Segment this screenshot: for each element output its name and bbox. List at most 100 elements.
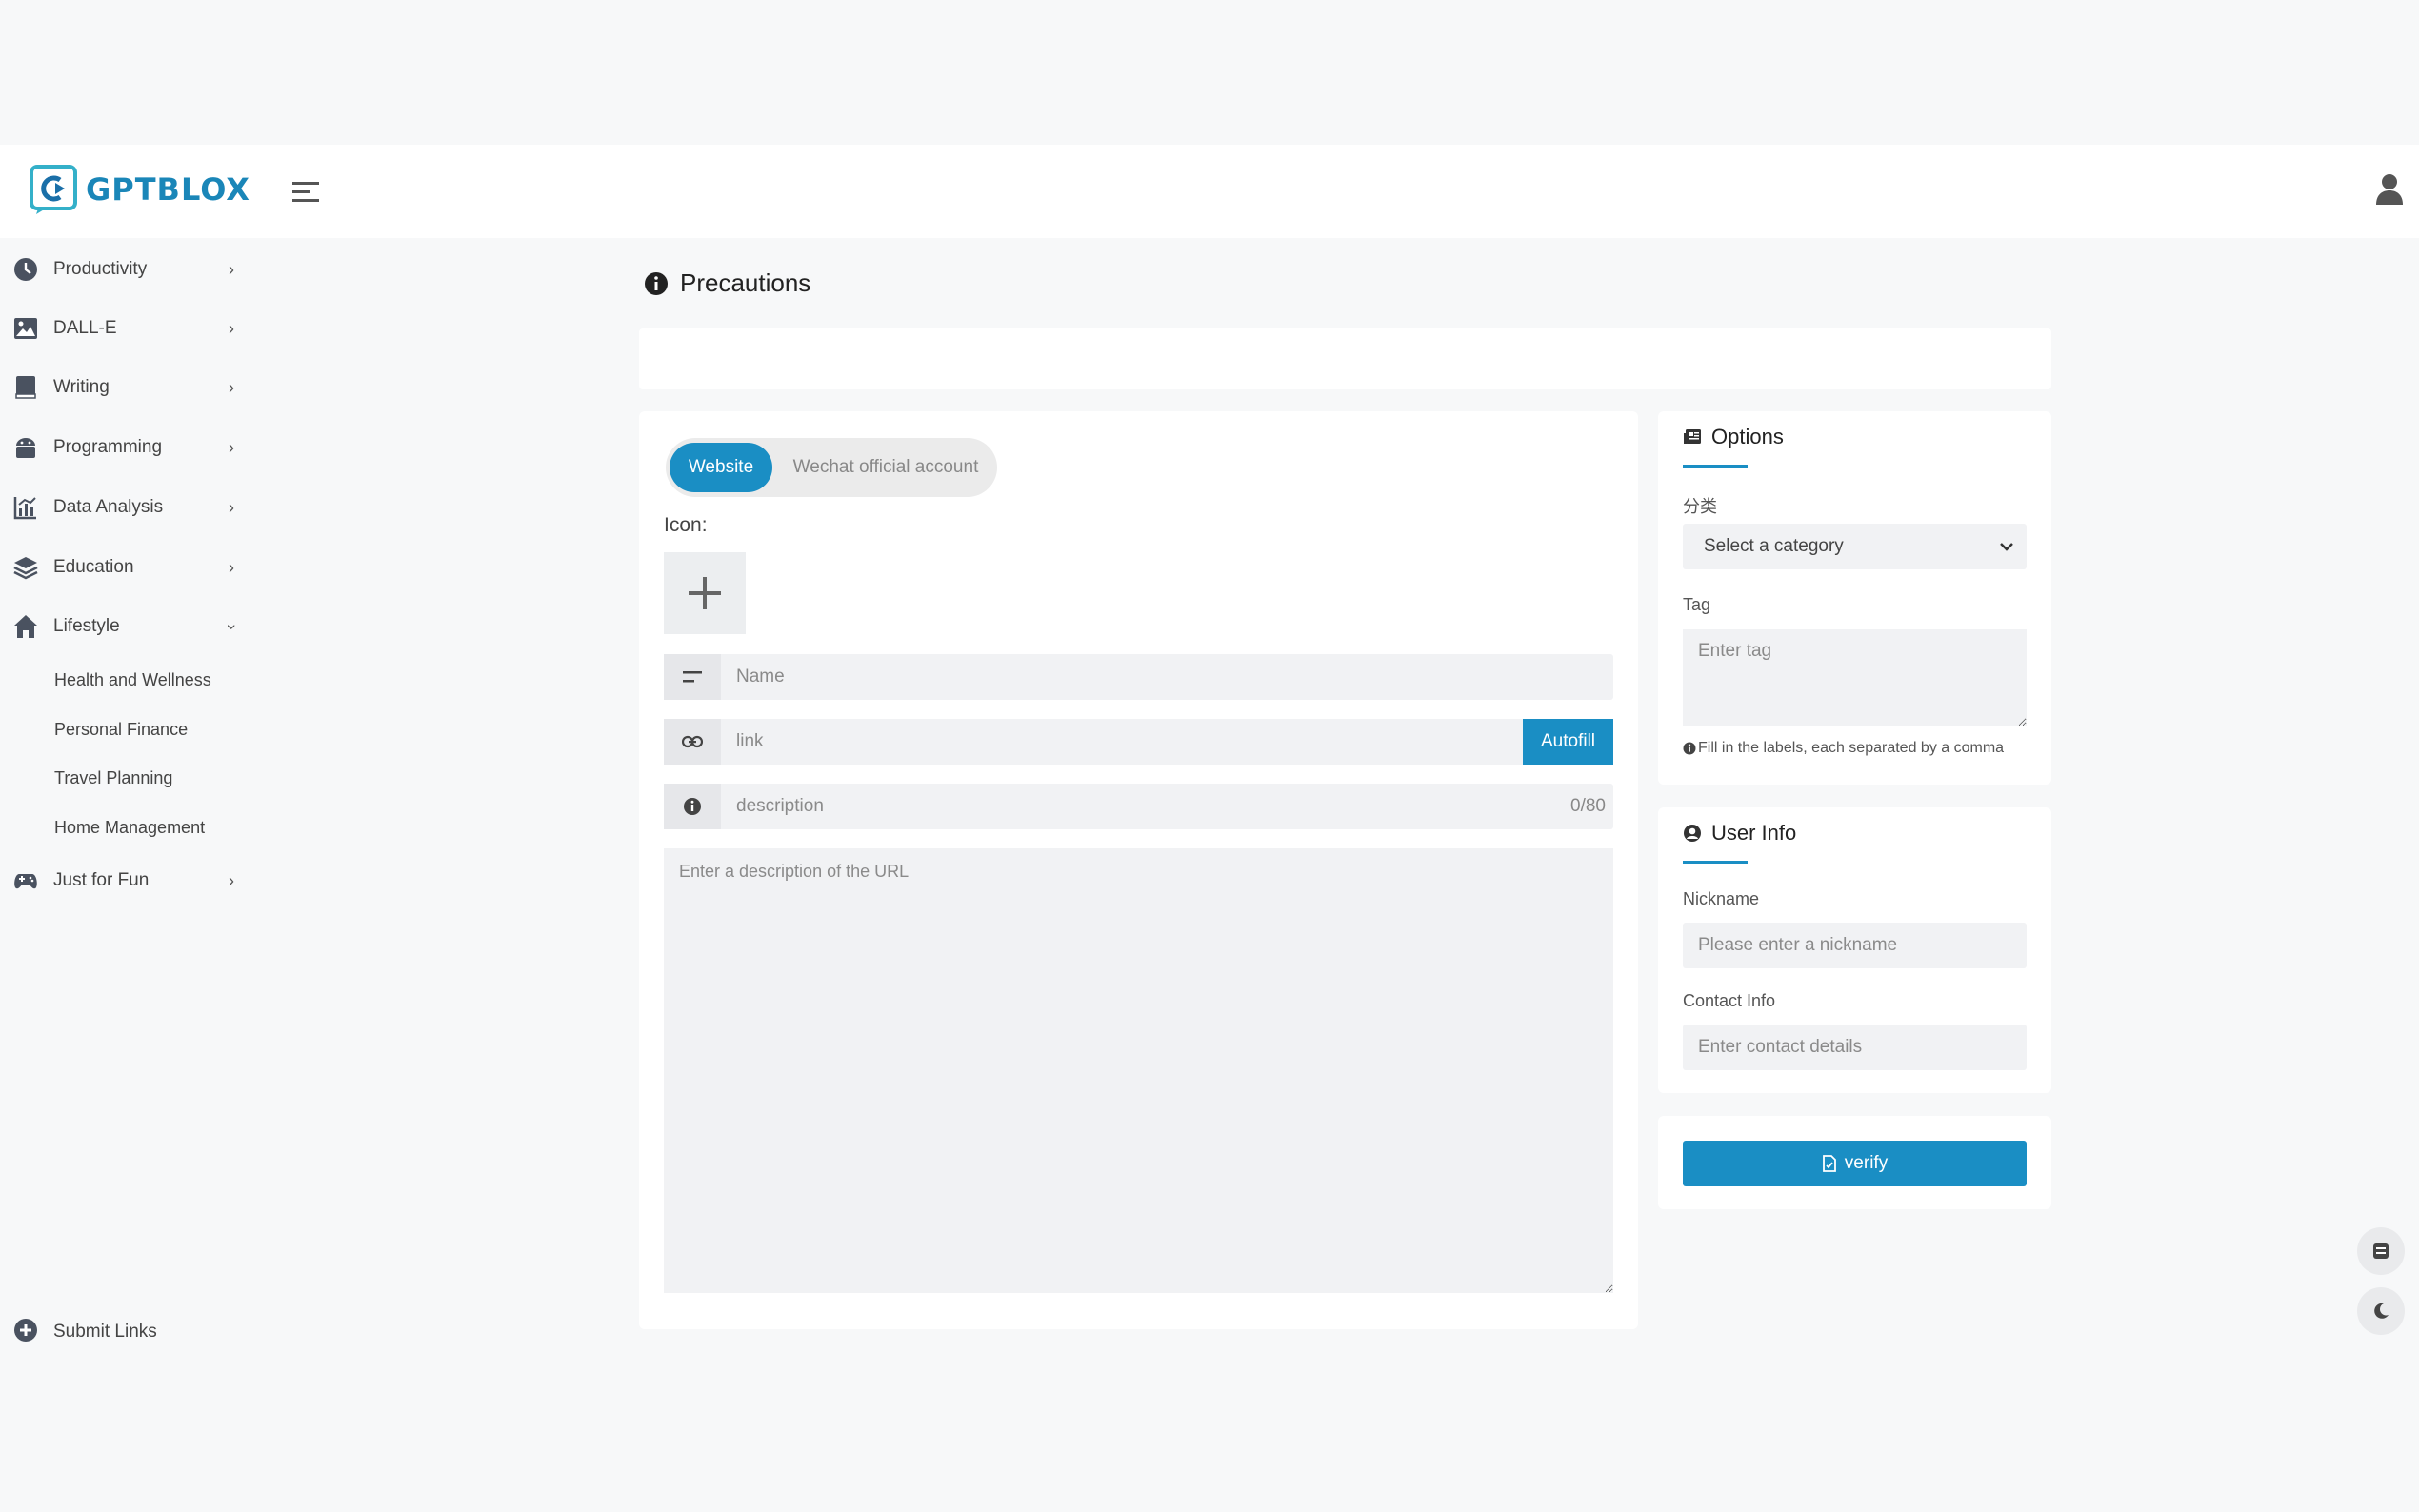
precautions-title: Precautions xyxy=(680,269,811,297)
home-icon xyxy=(13,614,38,639)
sidebar-item-programming[interactable]: Programming › xyxy=(0,424,257,471)
chart-icon xyxy=(13,495,38,520)
tag-hint: Fill in the labels, each separated by a … xyxy=(1683,740,2004,757)
options-card: Options 分类 Select a category Tag Fill in… xyxy=(1658,411,2051,785)
precautions-heading: Precautions xyxy=(644,269,810,298)
icon-upload-button[interactable] xyxy=(664,552,746,634)
user-avatar-icon[interactable] xyxy=(2375,173,2404,206)
link-input[interactable] xyxy=(721,719,1523,765)
options-title: Options xyxy=(1711,425,1784,448)
verify-button[interactable]: verify xyxy=(1683,1141,2027,1186)
layers-icon xyxy=(13,555,38,580)
user-info-header: User Info xyxy=(1683,821,1796,846)
sidebar-item-label: Productivity xyxy=(53,259,148,279)
chevron-right-icon: › xyxy=(229,557,234,577)
info-icon xyxy=(1683,742,1696,755)
link-field-group: Autofill xyxy=(664,719,1613,765)
chevron-right-icon: › xyxy=(229,497,234,517)
image-icon xyxy=(13,316,38,341)
description-counter: 0/80 xyxy=(1570,796,1606,816)
sidebar-item-label: Just for Fun xyxy=(53,870,150,890)
sidebar-subitem-travel[interactable]: Travel Planning xyxy=(54,768,172,788)
source-type-toggle: Website Wechat official account xyxy=(666,438,997,497)
link-icon xyxy=(664,719,721,765)
name-input[interactable] xyxy=(721,654,1613,700)
dark-mode-button[interactable] xyxy=(2357,1287,2405,1335)
options-underline xyxy=(1683,465,1748,468)
plus-circle-icon xyxy=(13,1318,38,1347)
sidebar-item-lifestyle[interactable]: Lifestyle › xyxy=(0,603,257,650)
precautions-panel xyxy=(639,328,2051,389)
sidebar: Productivity › DALL-E › Writing › Progra… xyxy=(0,238,257,1381)
category-label: 分类 xyxy=(1683,497,1717,516)
submit-form-card: Website Wechat official account Icon: Au… xyxy=(639,411,1638,1329)
sidebar-item-writing[interactable]: Writing › xyxy=(0,364,257,411)
chevron-right-icon: › xyxy=(229,437,234,457)
tag-label: Tag xyxy=(1683,595,1711,614)
tag-hint-text: Fill in the labels, each separated by a … xyxy=(1698,740,2005,756)
sidebar-item-label: Education xyxy=(53,557,134,577)
verify-label: verify xyxy=(1844,1153,1889,1173)
gamepad-icon xyxy=(13,868,38,893)
category-select[interactable]: Select a category xyxy=(1683,524,2027,569)
layout-toggle-button[interactable] xyxy=(2357,1227,2405,1275)
verify-card: verify xyxy=(1658,1116,2051,1209)
android-icon xyxy=(13,435,38,460)
tag-textarea[interactable] xyxy=(1683,629,2027,726)
sidebar-item-label: Writing xyxy=(53,377,110,397)
file-check-icon xyxy=(1822,1155,1836,1172)
chevron-down-icon xyxy=(2000,543,2013,551)
contact-input[interactable] xyxy=(1683,1025,2027,1070)
sidebar-subitem-home[interactable]: Home Management xyxy=(54,818,205,838)
icon-label: Icon: xyxy=(664,514,708,536)
submit-links-button[interactable]: Submit Links xyxy=(0,1309,257,1355)
sidebar-subitem-health[interactable]: Health and Wellness xyxy=(54,670,211,690)
user-info-title: User Info xyxy=(1711,821,1797,845)
tab-wechat[interactable]: Wechat official account xyxy=(784,443,988,492)
nickname-label: Nickname xyxy=(1683,889,1760,908)
description-field-group: 0/80 xyxy=(664,784,1613,829)
menu-toggle-icon[interactable] xyxy=(291,179,320,206)
chevron-right-icon: › xyxy=(229,259,234,279)
brand-name: GPTBLOX xyxy=(86,171,250,208)
options-header: Options xyxy=(1683,425,1784,449)
sidebar-item-education[interactable]: Education › xyxy=(0,544,257,591)
user-circle-icon xyxy=(1684,825,1701,842)
sidebar-subitem-finance[interactable]: Personal Finance xyxy=(54,720,188,740)
book-icon xyxy=(13,375,38,400)
submit-links-label: Submit Links xyxy=(53,1322,157,1342)
sidebar-item-just-for-fun[interactable]: Just for Fun › xyxy=(0,857,257,905)
clock-icon xyxy=(13,257,38,282)
sidebar-item-productivity[interactable]: Productivity › xyxy=(0,246,257,293)
user-info-card: User Info Nickname Contact Info xyxy=(1658,807,2051,1093)
contact-label: Contact Info xyxy=(1683,991,1776,1010)
description-input[interactable] xyxy=(721,784,1571,829)
panel-icon xyxy=(2373,1243,2389,1259)
top-band xyxy=(0,0,2419,145)
sidebar-item-data-analysis[interactable]: Data Analysis › xyxy=(0,484,257,531)
logo[interactable]: GPTBLOX xyxy=(29,164,250,215)
chevron-right-icon: › xyxy=(229,318,234,338)
text-lines-icon xyxy=(664,654,721,700)
sidebar-item-label: Lifestyle xyxy=(53,616,120,636)
moon-icon xyxy=(2374,1303,2389,1319)
tab-website[interactable]: Website xyxy=(670,443,772,492)
info-icon xyxy=(664,784,721,829)
autofill-button[interactable]: Autofill xyxy=(1523,719,1613,765)
chevron-right-icon: › xyxy=(229,377,234,397)
info-icon xyxy=(645,271,668,295)
user-info-underline xyxy=(1683,861,1748,864)
category-select-value: Select a category xyxy=(1704,536,1844,556)
logo-mark-icon xyxy=(30,165,77,214)
newspaper-icon xyxy=(1684,429,1701,444)
sidebar-item-dall-e[interactable]: DALL-E › xyxy=(0,305,257,352)
nickname-input[interactable] xyxy=(1683,923,2027,968)
name-field-group xyxy=(664,654,1613,700)
sidebar-item-label: Programming xyxy=(53,437,163,457)
header: GPTBLOX xyxy=(0,145,2419,238)
chevron-right-icon: › xyxy=(229,870,234,890)
sidebar-item-label: Data Analysis xyxy=(53,497,164,517)
sidebar-item-label: DALL-E xyxy=(53,318,117,338)
long-description-textarea[interactable] xyxy=(664,848,1613,1293)
plus-icon xyxy=(689,577,721,609)
